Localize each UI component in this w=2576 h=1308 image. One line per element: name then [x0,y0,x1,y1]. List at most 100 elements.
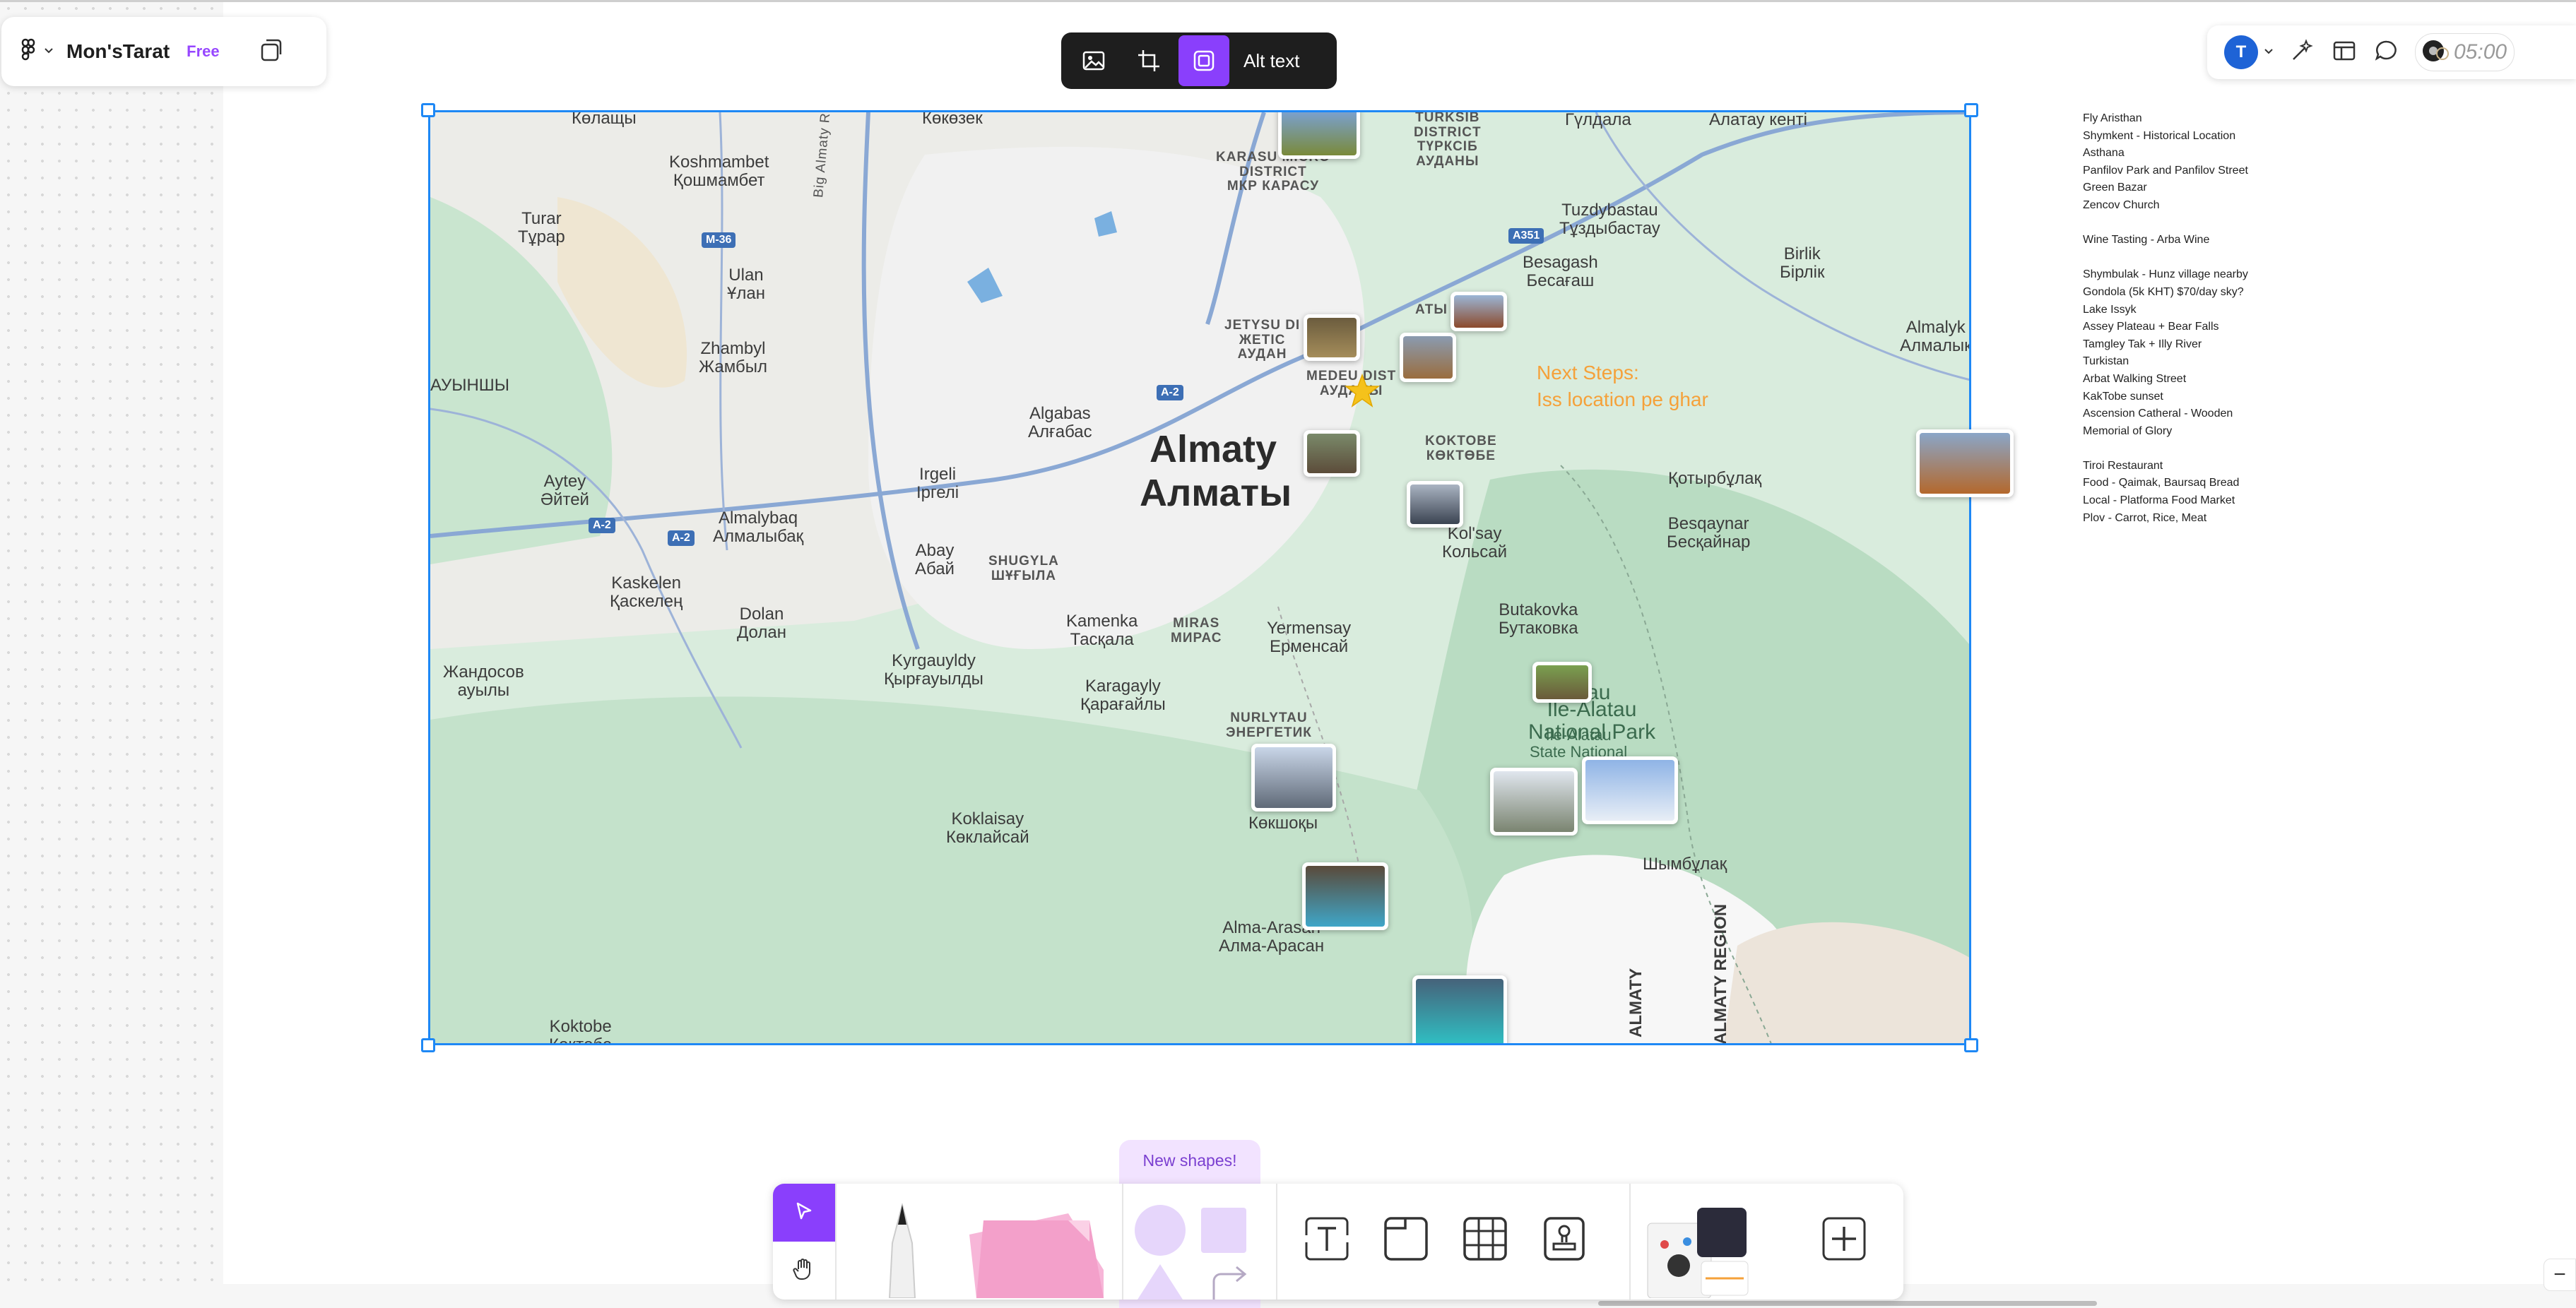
layout-icon[interactable] [2330,37,2358,69]
next-steps-note[interactable]: Next Steps: Iss location pe ghar [1537,359,1708,413]
toolbar-divider [1122,1184,1123,1300]
main-menu-button[interactable] [21,38,54,66]
horizontal-scrollbar[interactable] [1598,1301,2097,1306]
connector-icon [1212,1266,1247,1300]
map-photo-pin[interactable] [1582,756,1678,824]
shapes-tool-button[interactable] [1130,1203,1256,1300]
top-border [0,0,2576,2]
map-label: АУЫНШЫ [430,376,510,395]
plan-badge[interactable]: Free [187,42,219,61]
map-photo-pin[interactable] [1400,333,1456,382]
resize-handle-bottom-left[interactable] [421,1038,435,1052]
map-photo-pin[interactable] [1304,430,1360,477]
map-label: Karagayly Қарағайлы [1080,677,1166,714]
map-label: Aytey Әйтей [540,472,589,509]
resize-handle-top-right[interactable] [1964,103,1978,117]
resize-handle-bottom-right[interactable] [1964,1038,1978,1052]
sticky-note-button[interactable] [962,1208,1111,1300]
map-label: KOKTOBE КӨКТӨБЕ [1425,434,1497,463]
note-line: Fly Aristhan [2083,112,2142,124]
zoom-out-button[interactable]: − [2543,1259,2576,1291]
map-label: Көкөзек [922,110,983,128]
map-photo-pin[interactable] [1412,975,1507,1043]
map-photo-pin[interactable] [1407,481,1463,528]
notes-text-block[interactable]: Fly Aristhan Shymkent - Historical Locat… [2083,110,2295,527]
star-marker-icon[interactable] [1345,374,1380,408]
map-label: Dolan Долан [737,605,786,642]
section-tool-button[interactable] [1378,1212,1434,1268]
map-image[interactable]: Көлащы Көкөзек Koshmambet Қошмамбет Tura… [428,110,1971,1045]
timer-button[interactable]: 05:00 [2415,33,2515,71]
toolbar-divider [835,1184,837,1300]
plus-icon [1819,1214,1869,1267]
note-line: Tamgley Tak + Illy River [2083,338,2202,350]
note-line: Arbat Walking Street [2083,372,2187,385]
map-label: Шымбұлақ [1643,855,1727,874]
widgets-button[interactable] [1645,1203,1751,1300]
map-photo-pin[interactable] [1302,862,1388,930]
sticky-note-icon [962,1206,1111,1302]
toolbar-divider [1629,1184,1631,1300]
pages-icon[interactable] [256,36,285,68]
ai-icon[interactable] [2288,37,2316,69]
map-photo-pin[interactable] [1304,314,1360,361]
note-line: Asthana [2083,147,2125,160]
note-line: Lake Issyk [2083,303,2137,316]
city-name-cyrillic: Алматы [1140,472,1292,514]
map-label: Besagash Бесағаш [1523,253,1598,290]
note-line: Panfilov Park and Panfilov Street [2083,164,2248,177]
table-tool-button[interactable] [1457,1212,1513,1268]
map-photo-pin[interactable] [1251,744,1336,811]
map-photo-pin[interactable] [1532,662,1592,703]
avatar: T [2224,35,2258,69]
hand-tool-button[interactable] [773,1242,835,1300]
file-name[interactable]: Mon'sTarat [66,40,170,63]
new-shapes-label: New shapes! [1142,1151,1237,1170]
note-line: Shymkent - Historical Location [2083,129,2236,142]
map-label: Kyrgauyldy Қырғауылды [884,651,983,689]
move-tool-button[interactable] [773,1184,835,1242]
resize-handle-top-left[interactable] [421,103,435,117]
note-line [2083,249,2295,267]
note-line: Memorial of Glory [2083,424,2173,437]
note-line: Local - Platforma Food Market [2083,494,2235,507]
map-label: Irgeli Іргелі [916,465,959,502]
add-button[interactable] [1816,1212,1872,1268]
alt-text-button[interactable]: Alt text [1234,50,1309,72]
toolbar-divider [1276,1184,1277,1300]
map-photo-pin[interactable] [1451,292,1507,331]
chevron-down-icon [44,45,54,58]
note-line: Plov - Carrot, Rice, Meat [2083,511,2207,524]
map-label: NURLYTAU ЭНЕРГЕТИК [1226,711,1312,740]
chevron-down-icon [2264,46,2274,59]
pen-tool-button[interactable] [870,1201,934,1302]
city-name-latin: Almaty [1150,428,1277,470]
map-label: Tuzdybastau Тұздыбастау [1559,201,1660,238]
pen-icon [874,1201,930,1302]
image-icon[interactable] [1068,35,1119,86]
map-photo-pin[interactable] [1278,112,1360,159]
road-shield: A-2 [668,530,695,546]
stamp-tool-button[interactable] [1536,1212,1593,1268]
frame-icon[interactable] [1178,35,1229,86]
figma-logo-icon [21,38,37,66]
note-line: Food - Qaimak, Baursaq Bread [2083,477,2240,489]
user-menu[interactable]: T [2224,35,2274,69]
road-shield: M-36 [702,232,736,248]
map-label: Kaskelen Қаскелең [610,573,683,611]
hand-icon [791,1256,817,1285]
road-shield: A-2 [1157,385,1183,400]
map-label: Besqaynar Бесқайнар [1667,514,1751,552]
square-shape-icon [1201,1208,1246,1253]
text-tool-button[interactable] [1299,1212,1355,1268]
note-line: Wine Tasting - Arba Wine [2083,234,2210,246]
map-label: Koshmambet Қошмамбет [669,153,769,190]
note-line: Assey Plateau + Bear Falls [2083,321,2219,333]
canvas-photo[interactable] [1916,429,2014,497]
file-panel: Mon'sTarat Free [1,17,326,86]
map-photo-pin[interactable] [1490,768,1578,836]
map-label: Algabas Алғабас [1028,404,1092,441]
crop-icon[interactable] [1123,35,1174,86]
next-steps-body: Iss location pe ghar [1537,388,1708,410]
comment-icon[interactable] [2373,37,2401,69]
